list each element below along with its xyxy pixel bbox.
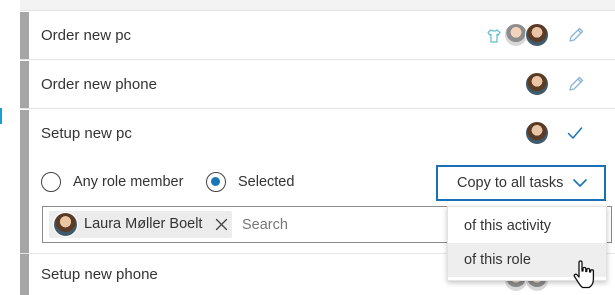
task-title: Setup new phone (41, 266, 158, 283)
selected-label: Selected (238, 174, 295, 190)
avatar (525, 121, 549, 145)
left-edge-indicator (0, 108, 2, 124)
task-list-page: Order new pc Order new phone Setup new p… (0, 0, 615, 295)
check-icon[interactable] (566, 124, 584, 142)
task-row[interactable]: Order new phone (20, 61, 615, 109)
task-stripe (20, 12, 29, 59)
selected-radio[interactable] (206, 172, 226, 192)
copy-button-label: Copy to all tasks (457, 175, 564, 191)
task-title: Setup new pc (41, 125, 132, 142)
chevron-down-icon (573, 179, 587, 187)
task-title: Order new pc (41, 27, 132, 44)
avatar (525, 72, 549, 96)
task-title: Order new phone (41, 76, 157, 93)
search-input[interactable]: Search (242, 207, 288, 244)
selected-person-name: Laura Møller Boelt (84, 216, 203, 232)
any-role-member-radio[interactable] (41, 172, 61, 192)
task-stripe (20, 61, 29, 108)
close-icon[interactable] (215, 218, 228, 231)
avatar (525, 23, 549, 47)
menu-item-of-this-activity[interactable]: of this activity (448, 209, 606, 243)
selected-person-chip: Laura Møller Boelt (49, 211, 232, 238)
header-strip (20, 0, 615, 11)
hand-cursor-icon (573, 260, 595, 289)
copy-to-all-tasks-button[interactable]: Copy to all tasks (436, 165, 606, 201)
pencil-icon[interactable] (567, 26, 585, 44)
task-row[interactable]: Order new pc (20, 12, 615, 60)
pencil-icon[interactable] (567, 75, 585, 93)
shirt-icon (487, 29, 501, 43)
avatar (53, 212, 78, 237)
any-role-member-label: Any role member (73, 174, 184, 190)
task-stripe (20, 254, 29, 295)
